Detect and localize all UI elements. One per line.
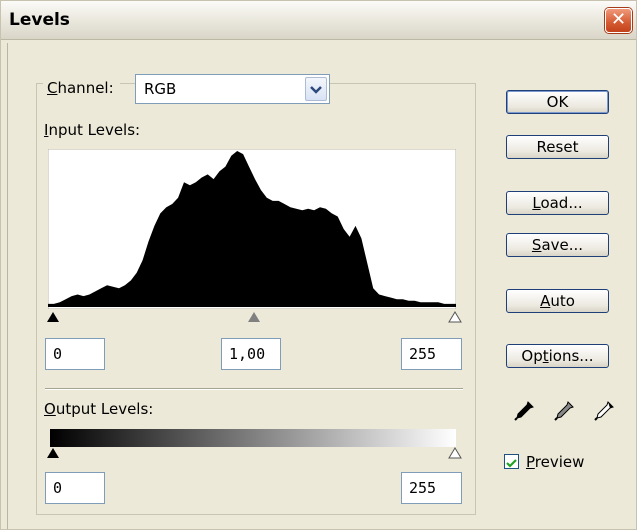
window-frame-line: [7, 43, 10, 529]
options-rest: ions...: [548, 347, 594, 365]
channel-label-rest: hannel:: [57, 79, 114, 97]
output-black-field[interactable]: 0: [45, 472, 105, 504]
input-white-point-slider[interactable]: [448, 311, 462, 323]
gray-eyedropper-icon[interactable]: [552, 399, 576, 423]
white-eyedropper-icon[interactable]: [592, 399, 616, 423]
levels-dialog: Levels ✕ Channel: RGB Input Levels: 0 1,…: [0, 0, 637, 530]
output-gradient-bar: [50, 429, 456, 447]
load-rest: oad...: [540, 194, 583, 212]
input-slider[interactable]: [46, 309, 462, 329]
channel-select-value: RGB: [144, 80, 177, 98]
input-levels-label: Input Levels:: [44, 121, 140, 139]
input-black-point-slider[interactable]: [46, 311, 60, 323]
preview-rest: review: [534, 453, 585, 471]
auto-button[interactable]: Auto: [506, 289, 609, 313]
section-divider: [45, 388, 463, 390]
close-icon: ✕: [610, 9, 627, 30]
load-button[interactable]: Load...: [506, 191, 609, 215]
options-pre: Op: [521, 347, 543, 365]
channel-label: Channel:: [43, 75, 120, 101]
chevron-down-icon: [310, 86, 322, 94]
input-gamma-field[interactable]: 1,00: [221, 338, 281, 370]
title-bar[interactable]: Levels ✕: [1, 1, 636, 40]
check-icon: [506, 459, 517, 468]
preview-label[interactable]: Preview: [526, 453, 584, 471]
input-black-field[interactable]: 0: [45, 338, 105, 370]
preview-accel: P: [526, 453, 535, 471]
output-levels-label: Output Levels:: [44, 400, 153, 418]
auto-rest: uto: [550, 292, 575, 310]
ok-button[interactable]: OK: [506, 90, 609, 114]
window-title: Levels: [9, 10, 70, 30]
output-white-field[interactable]: 255: [401, 472, 462, 504]
input-white-field[interactable]: 255: [401, 338, 462, 370]
preview-checkbox[interactable]: [504, 454, 519, 469]
channel-dropdown-button[interactable]: [305, 77, 327, 101]
save-button[interactable]: Save...: [506, 233, 609, 257]
channel-select[interactable]: RGB: [135, 74, 330, 104]
output-levels-label-accel: O: [44, 400, 56, 418]
options-button[interactable]: Options...: [506, 344, 609, 368]
output-white-point-slider[interactable]: [448, 447, 462, 459]
auto-accel: A: [540, 292, 551, 310]
output-levels-label-rest: utput Levels:: [55, 400, 154, 418]
input-gamma-slider[interactable]: [247, 311, 261, 323]
black-eyedropper-icon[interactable]: [512, 399, 536, 423]
output-black-point-slider[interactable]: [46, 447, 60, 459]
input-levels-label-rest: nput Levels:: [48, 121, 141, 139]
close-button[interactable]: ✕: [605, 8, 632, 33]
eyedropper-group: [512, 399, 622, 425]
save-rest: ave...: [541, 236, 584, 254]
histogram: [48, 149, 456, 309]
reset-button[interactable]: Reset: [506, 135, 609, 159]
channel-label-accel: C: [47, 79, 58, 97]
